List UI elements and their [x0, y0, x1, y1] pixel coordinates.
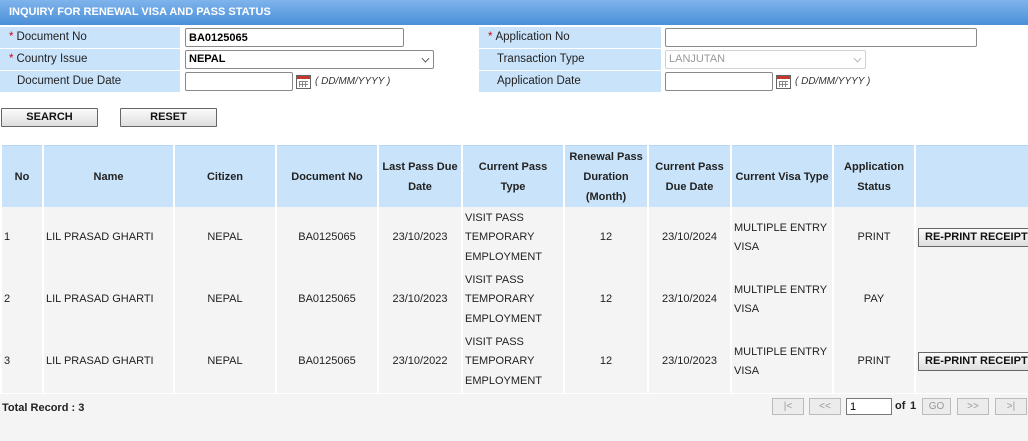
citizen-cell: NEPAL: [175, 269, 275, 331]
document-no-cell: BA0125065: [277, 331, 377, 393]
column-header: Last Pass Due Date: [379, 145, 461, 207]
column-header: Document No: [277, 145, 377, 207]
current-pass-due-cell: 23/10/2023: [649, 331, 730, 393]
column-header: Name: [44, 145, 173, 207]
page-number-input[interactable]: [846, 398, 892, 415]
citizen-cell: NEPAL: [175, 207, 275, 269]
current-pass-due-cell: 23/10/2024: [649, 207, 730, 269]
document-no-input[interactable]: [185, 28, 404, 47]
column-header: Citizen: [175, 145, 275, 207]
column-header: Current Pass Due Date: [649, 145, 730, 207]
document-no-cell: BA0125065: [277, 207, 377, 269]
table-row: 2 LIL PRASAD GHARTI NEPAL BA0125065 23/1…: [2, 269, 1028, 331]
reprint-receipt-button[interactable]: RE-PRINT RECEIPT: [918, 352, 1028, 372]
next-page-button[interactable]: >>: [957, 398, 989, 415]
application-date-input[interactable]: [665, 72, 773, 91]
last-pass-due-cell: 23/10/2022: [379, 331, 461, 393]
calendar-icon[interactable]: [296, 75, 311, 89]
table-row: 3 LIL PRASAD GHARTI NEPAL BA0125065 23/1…: [2, 331, 1028, 393]
document-due-date-input[interactable]: [185, 72, 293, 91]
name-cell: LIL PRASAD GHARTI: [44, 331, 173, 393]
results-table: No Name Citizen Document No Last Pass Du…: [0, 145, 1028, 393]
pass-type-cell: VISIT PASS TEMPORARY EMPLOYMENT: [463, 331, 563, 393]
chevron-down-icon: [853, 54, 862, 63]
reprint-receipt-button[interactable]: RE-PRINT RECEIPT: [918, 228, 1028, 248]
table-header-row: No Name Citizen Document No Last Pass Du…: [2, 145, 1028, 207]
status-cell: PRINT: [834, 331, 914, 393]
visa-type-cell: MULTIPLE ENTRY VISA: [732, 331, 832, 393]
status-cell: PRINT: [834, 207, 914, 269]
duration-cell: 12: [565, 207, 647, 269]
application-no-label: * Application No: [479, 27, 661, 48]
table-row: 1 LIL PRASAD GHARTI NEPAL BA0125065 23/1…: [2, 207, 1028, 269]
visa-type-cell: MULTIPLE ENTRY VISA: [732, 269, 832, 331]
pass-type-cell: VISIT PASS TEMPORARY EMPLOYMENT: [463, 269, 563, 331]
column-header: Renewal Pass Duration (Month): [565, 145, 647, 207]
column-header: [916, 145, 1028, 207]
current-pass-due-cell: 23/10/2024: [649, 269, 730, 331]
page-title: INQUIRY FOR RENEWAL VISA AND PASS STATUS: [0, 0, 1028, 25]
status-cell: PAY: [834, 269, 914, 331]
action-cell: [916, 269, 1028, 331]
previous-page-button[interactable]: <<: [809, 398, 841, 415]
total-pages: 1: [910, 400, 917, 412]
column-header: Application Status: [834, 145, 914, 207]
transaction-type-select: LANJUTAN: [665, 50, 866, 69]
action-cell: RE-PRINT RECEIPT: [916, 207, 1028, 269]
duration-cell: 12: [565, 331, 647, 393]
duration-cell: 12: [565, 269, 647, 331]
pass-type-cell: VISIT PASS TEMPORARY EMPLOYMENT: [463, 207, 563, 269]
name-cell: LIL PRASAD GHARTI: [44, 269, 173, 331]
date-format-hint: ( DD/MM/YYYY ): [795, 76, 871, 87]
total-record: Total Record : 3: [2, 402, 85, 414]
last-pass-due-cell: 23/10/2023: [379, 269, 461, 331]
country-issue-label: * Country Issue: [0, 49, 180, 70]
chevron-down-icon: [421, 54, 430, 63]
row-number: 2: [2, 269, 42, 331]
pagination-bar: Total Record : 3 |< << of 1 GO >> >|: [0, 394, 1028, 441]
go-button[interactable]: GO: [922, 398, 951, 415]
country-issue-select[interactable]: NEPAL: [185, 50, 434, 69]
document-no-cell: BA0125065: [277, 269, 377, 331]
last-page-button[interactable]: >|: [995, 398, 1027, 415]
search-button[interactable]: SEARCH: [1, 108, 98, 127]
visa-type-cell: MULTIPLE ENTRY VISA: [732, 207, 832, 269]
transaction-type-label: Transaction Type: [479, 49, 661, 70]
first-page-button[interactable]: |<: [772, 398, 804, 415]
document-no-label: * Document No: [0, 27, 180, 48]
citizen-cell: NEPAL: [175, 331, 275, 393]
row-number: 3: [2, 331, 42, 393]
last-pass-due-cell: 23/10/2023: [379, 207, 461, 269]
column-header: Current Visa Type: [732, 145, 832, 207]
date-format-hint: ( DD/MM/YYYY ): [315, 76, 391, 87]
column-header: No: [2, 145, 42, 207]
action-cell: RE-PRINT RECEIPT: [916, 331, 1028, 393]
column-header: Current Pass Type: [463, 145, 563, 207]
document-due-date-label: Document Due Date: [0, 71, 180, 92]
reset-button[interactable]: RESET: [120, 108, 217, 127]
of-label: of: [895, 400, 906, 412]
calendar-icon[interactable]: [776, 75, 791, 89]
row-number: 1: [2, 207, 42, 269]
name-cell: LIL PRASAD GHARTI: [44, 207, 173, 269]
application-no-input[interactable]: [665, 28, 977, 47]
application-date-label: Application Date: [479, 71, 661, 92]
